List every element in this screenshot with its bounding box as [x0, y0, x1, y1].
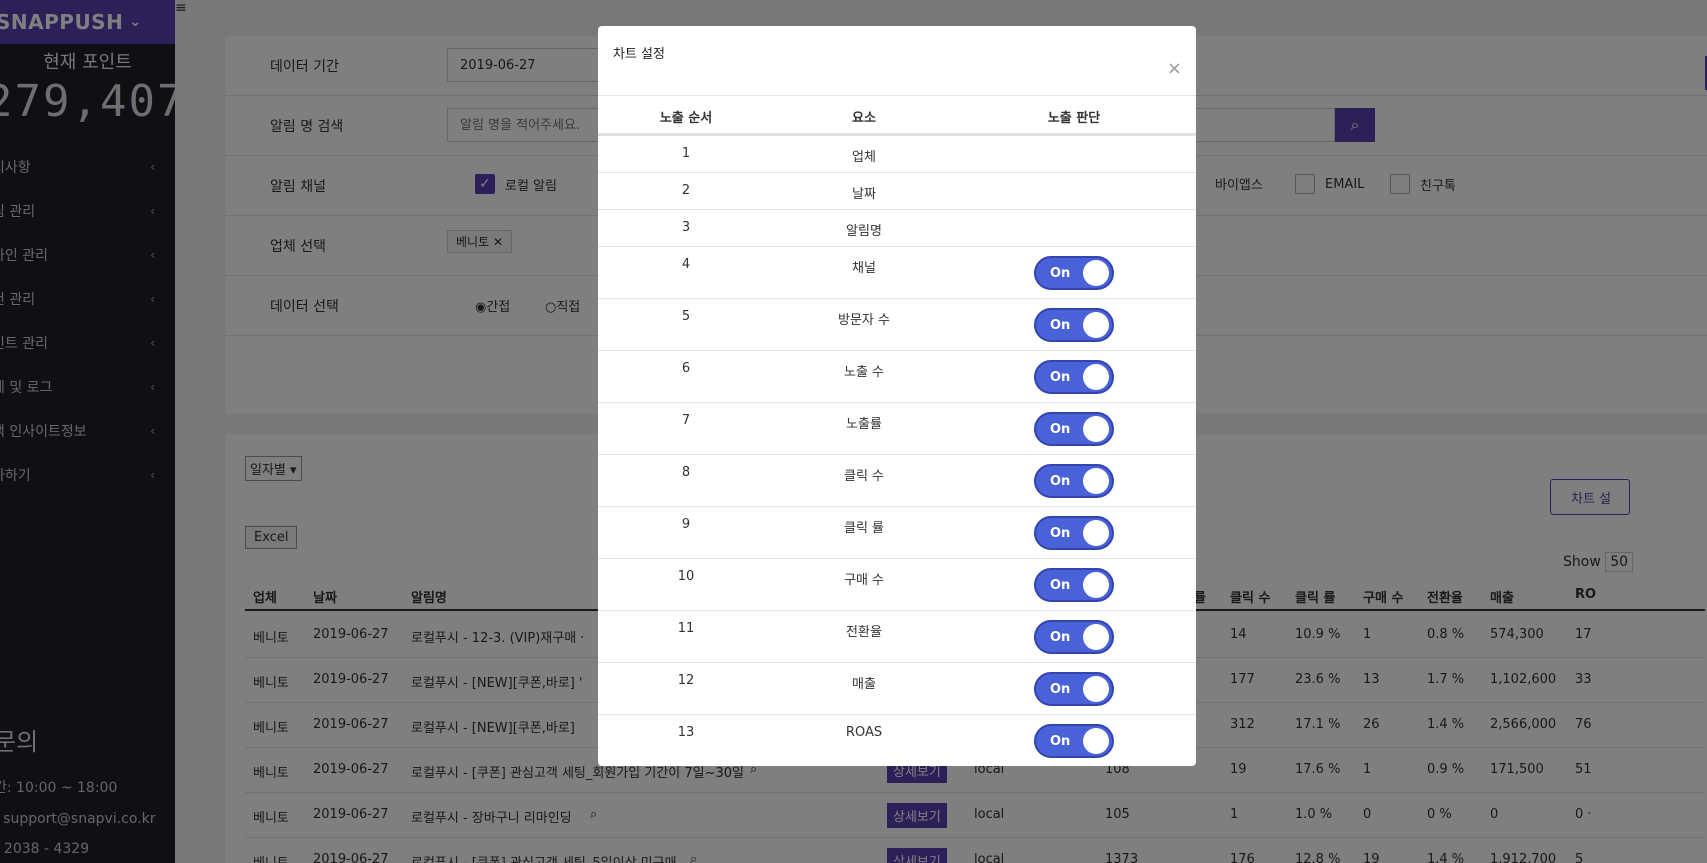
toggle-label: On: [1050, 370, 1071, 385]
toggle-knob: [1083, 728, 1109, 754]
toggle-knob: [1083, 312, 1109, 338]
modal-row: 2 날짜: [598, 173, 1196, 210]
row-order: 7: [681, 413, 691, 428]
modal-row: 10 구매 수 On: [598, 559, 1196, 611]
toggle-label: On: [1050, 682, 1071, 697]
toggle-knob: [1083, 676, 1109, 702]
row-element: ROAS: [845, 725, 883, 740]
display-toggle[interactable]: On: [1034, 516, 1114, 550]
modal-header: 차트 설정 ×: [598, 26, 1196, 96]
display-toggle[interactable]: On: [1034, 360, 1114, 394]
row-order: 11: [677, 621, 695, 636]
toggle-label: On: [1050, 266, 1071, 281]
row-element: 전환율: [846, 625, 882, 640]
toggle-label: On: [1050, 526, 1071, 541]
toggle-label: On: [1050, 630, 1071, 645]
close-icon[interactable]: ×: [1167, 60, 1182, 78]
modal-title: 차트 설정: [613, 47, 665, 62]
modal-row: 6 노출 수 On: [598, 351, 1196, 403]
row-element: 노출률: [846, 417, 882, 432]
modal-row: 5 방문자 수 On: [598, 299, 1196, 351]
modal-row: 3 알림명: [598, 210, 1196, 247]
modal-row: 1 업체: [598, 136, 1196, 173]
toggle-label: On: [1050, 422, 1071, 437]
display-toggle[interactable]: On: [1034, 724, 1114, 758]
row-element: 날짜: [852, 187, 876, 202]
row-element: 업체: [852, 150, 876, 165]
row-order: 8: [681, 465, 691, 480]
row-order: 10: [677, 569, 695, 584]
toggle-knob: [1083, 520, 1109, 546]
display-toggle[interactable]: On: [1034, 620, 1114, 654]
toggle-label: On: [1050, 318, 1071, 333]
row-order: 6: [681, 361, 691, 376]
display-toggle[interactable]: On: [1034, 412, 1114, 446]
row-order: 1: [681, 146, 691, 161]
row-element: 방문자 수: [838, 313, 890, 328]
display-toggle[interactable]: On: [1034, 672, 1114, 706]
toggle-label: On: [1050, 578, 1071, 593]
display-toggle[interactable]: On: [1034, 568, 1114, 602]
toggle-knob: [1083, 468, 1109, 494]
display-toggle[interactable]: On: [1034, 464, 1114, 498]
toggle-label: On: [1050, 474, 1071, 489]
modal-row: 11 전환율 On: [598, 611, 1196, 663]
display-toggle[interactable]: On: [1034, 308, 1114, 342]
toggle-label: On: [1050, 734, 1071, 749]
toggle-knob: [1083, 572, 1109, 598]
row-order: 5: [681, 309, 691, 324]
modal-row: 9 클릭 률 On: [598, 507, 1196, 559]
modal-row: 12 매출 On: [598, 663, 1196, 715]
toggle-knob: [1083, 260, 1109, 286]
row-order: 4: [681, 257, 691, 272]
row-element: 알림명: [846, 224, 882, 239]
toggle-knob: [1083, 624, 1109, 650]
modal-table-body: 1 업체 2 날짜 3 알림명 4 채널 On 5 방문자 수 On 6 노출 수 On 7 노출률 On 8 클릭 …: [598, 136, 1196, 766]
row-order: 3: [681, 220, 691, 235]
toggle-knob: [1083, 364, 1109, 390]
row-element: 노출 수: [843, 365, 885, 380]
modal-table-header: 노출 순서 요소 노출 판단: [598, 96, 1196, 136]
row-element: 채널: [852, 261, 876, 276]
modal-row: 7 노출률 On: [598, 403, 1196, 455]
chart-settings-modal: 차트 설정 × 노출 순서 요소 노출 판단 1 업체 2 날짜 3 알림명 4 채널 On 5 방…: [598, 26, 1196, 766]
row-element: 클릭 수: [843, 469, 885, 484]
col-element: 요소: [852, 111, 876, 126]
row-order: 12: [677, 673, 695, 688]
col-order: 노출 순서: [659, 111, 713, 126]
row-order: 2: [681, 183, 691, 198]
row-element: 매출: [852, 677, 876, 692]
toggle-knob: [1083, 416, 1109, 442]
modal-row: 4 채널 On: [598, 247, 1196, 299]
modal-row: 8 클릭 수 On: [598, 455, 1196, 507]
row-element: 클릭 률: [843, 521, 885, 536]
modal-row: 13 ROAS On: [598, 715, 1196, 766]
display-toggle[interactable]: On: [1034, 256, 1114, 290]
col-display: 노출 판단: [1047, 111, 1101, 126]
row-order: 9: [681, 517, 691, 532]
row-order: 13: [677, 725, 695, 740]
row-element: 구매 수: [843, 573, 885, 588]
